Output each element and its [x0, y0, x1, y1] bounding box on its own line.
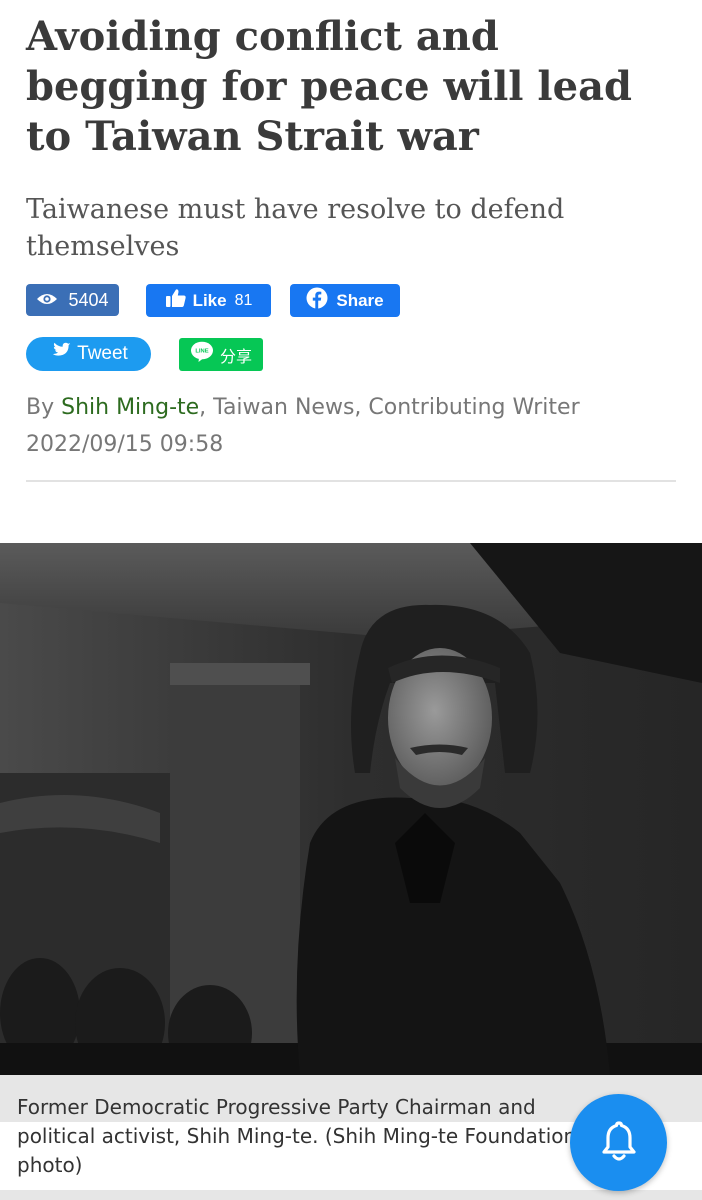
like-count: 81 — [234, 291, 253, 309]
view-count: 5404 — [68, 289, 109, 310]
photo-caption: Former Democratic Progressive Party Chai… — [17, 1095, 577, 1177]
bell-icon — [598, 1119, 640, 1167]
line-share-label: 分享 — [219, 348, 252, 366]
facebook-share-button[interactable]: Share — [290, 284, 400, 317]
facebook-like-button[interactable]: Like 81 — [146, 284, 271, 317]
header-divider — [26, 480, 676, 482]
line-badge-text: LINE — [195, 349, 208, 355]
share-label: Share — [336, 290, 384, 310]
article-byline: By Shih Ming-te, Taiwan News, Contributi… — [26, 389, 686, 463]
article-subheadline: Taiwanese must have resolve to defend th… — [26, 194, 565, 262]
tweet-button[interactable]: Tweet — [26, 337, 151, 371]
notification-bell-button[interactable] — [570, 1094, 667, 1191]
author-link[interactable]: Shih Ming-te — [61, 395, 199, 420]
twitter-bird-icon — [49, 342, 71, 366]
thumbs-up-icon — [165, 288, 187, 313]
article-headline: Avoiding conflict and begging for peace … — [26, 13, 632, 160]
article-photo — [0, 543, 702, 1075]
view-count-badge: 5404 — [26, 284, 119, 316]
publish-date: 2022/09/15 09:58 — [26, 432, 224, 457]
byline-prefix: By — [26, 395, 62, 420]
line-icon: LINE — [190, 341, 214, 368]
tweet-label: Tweet — [77, 343, 128, 364]
line-share-button[interactable]: LINE 分享 — [179, 338, 263, 371]
eye-icon — [36, 290, 58, 311]
byline-suffix: , Taiwan News, Contributing Writer — [199, 395, 580, 420]
like-label: Like — [192, 290, 227, 310]
facebook-icon — [306, 287, 328, 314]
